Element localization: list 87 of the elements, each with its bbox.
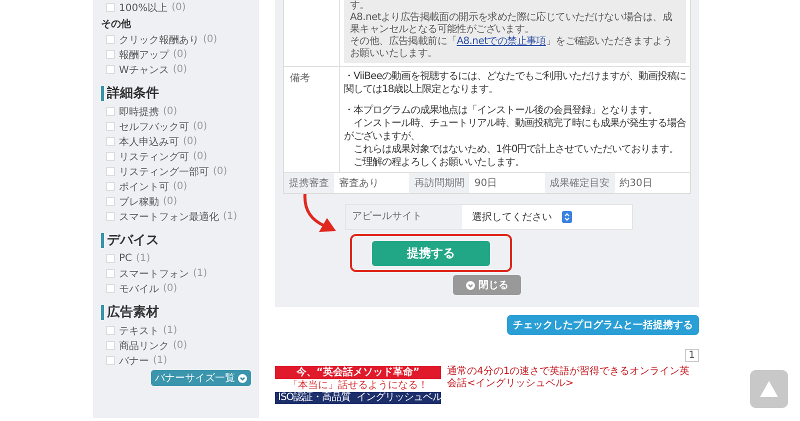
filter-count: (0) — [163, 196, 178, 207]
filter-label[interactable]: 本人申込み可 — [119, 134, 179, 148]
term-value: 90日 — [473, 177, 498, 191]
term-label: 成果確定目安 — [544, 173, 615, 193]
appeal-site-label: アピールサイト — [346, 205, 462, 229]
remarks-text: これらは成果対象ではないため、1件0円で計上させていただいております。 — [352, 143, 680, 156]
notice-text: す。 — [350, 0, 370, 12]
scroll-top-button[interactable] — [750, 370, 788, 408]
section-heading: 広告素材 — [101, 305, 251, 320]
chevron-down-icon — [238, 374, 247, 382]
filter-label[interactable]: リスティング一部可 — [119, 164, 209, 178]
filter-count: (0) — [173, 340, 188, 351]
banner-subline: 「本当に」話せるようになる！ — [287, 379, 429, 392]
checkbox[interactable] — [106, 137, 115, 146]
prohibited-items-link[interactable]: A8.netでの禁止事項 — [456, 36, 546, 47]
chevron-down-icon — [466, 280, 474, 290]
filter-label[interactable]: 商品リンク — [119, 338, 169, 352]
filter-label[interactable]: 100%以上 — [119, 0, 168, 14]
filter-count: (0) — [193, 151, 208, 162]
remarks-text: ・ViiBeeの動画を視聴するには、どなたでもご利用いただけますが、動画投稿に関しては18歳以上限定となります。 — [344, 70, 686, 96]
checkbox[interactable] — [106, 182, 115, 191]
filter-count: (1) — [153, 355, 168, 366]
filter-label[interactable]: リスティング可 — [119, 150, 189, 164]
filter-label[interactable]: PC — [119, 253, 132, 264]
term-label: 提携審査 — [284, 173, 334, 193]
notice-text: A8.netより広告掲載面の開示を求めた際に応じていただけない場合は、成果キャンセルとなる可能性がございます。 — [350, 12, 673, 36]
banner-headline: 今、“英会話メソッド革命” — [275, 366, 441, 379]
section-subheading: その他 — [101, 18, 132, 31]
checkbox[interactable] — [106, 122, 115, 131]
checkbox[interactable] — [106, 212, 115, 221]
section-heading: デバイス — [101, 233, 251, 248]
notice-text: その他、広告掲載前に「A8.netでの禁止事項」をご確認いただきますようお願いいたします。 — [350, 36, 674, 60]
filter-label[interactable]: バナー — [119, 354, 149, 368]
filter-label[interactable]: 即時提携 — [119, 104, 159, 118]
filter-count: (0) — [173, 49, 188, 60]
filter-label[interactable]: セルフバック可 — [119, 120, 189, 134]
select-stepper-icon — [562, 211, 572, 223]
filter-label[interactable]: ポイント可 — [119, 180, 169, 194]
checkbox[interactable] — [106, 341, 115, 350]
triangle-up-icon — [759, 380, 779, 398]
filter-label[interactable]: スマートフォン — [119, 266, 189, 280]
ad-link[interactable]: 通常の4分の1の速さで英語が習得できるオンライン英会話<イングリッシュベル> — [447, 366, 699, 404]
remarks-text: ・本プログラムの成果地点は「インストール後の会員登録」となります。 — [344, 104, 658, 117]
filter-count: (1) — [163, 325, 178, 336]
checkbox[interactable] — [106, 284, 115, 293]
filter-count: (0) — [163, 283, 178, 294]
checkbox[interactable] — [106, 152, 115, 161]
checkbox[interactable] — [106, 35, 115, 44]
filter-count: (1) — [223, 211, 238, 222]
filter-count: (0) — [193, 121, 208, 132]
remarks-text: ご理解の程よろしくお願いいたします。 — [352, 156, 526, 169]
filter-label[interactable]: Wチャンス — [119, 62, 169, 76]
checkbox[interactable] — [106, 65, 115, 74]
term-value: 約30日 — [618, 177, 654, 191]
checkbox[interactable] — [106, 3, 115, 12]
banner-size-button[interactable]: バナーサイズ一覧 — [151, 370, 251, 386]
filter-count: (0) — [203, 34, 218, 45]
filter-count: (0) — [172, 2, 186, 13]
term-label: 再訪問期間 — [409, 173, 470, 193]
filter-label[interactable]: ブレ稼動 — [119, 194, 159, 208]
checkbox[interactable] — [106, 50, 115, 59]
remarks-text: インストール時、チュートリアル時、動画投稿完了時にも成果が発生する場合がございますが、 — [344, 117, 686, 143]
filter-count: (0) — [173, 181, 188, 192]
term-value: 審査あり — [338, 176, 380, 191]
checkbox[interactable] — [106, 356, 115, 365]
filter-label[interactable]: スマートフォン最適化 — [119, 210, 219, 224]
curved-arrow — [301, 194, 337, 234]
filter-label[interactable]: テキスト — [119, 324, 159, 338]
section-heading: 詳細条件 — [101, 86, 251, 101]
checkbox[interactable] — [106, 197, 115, 206]
filter-label[interactable]: 報酬アップ — [119, 48, 169, 62]
checkbox[interactable] — [106, 326, 115, 335]
filter-count: (1) — [136, 253, 150, 264]
filter-count: (0) — [172, 64, 188, 75]
filter-count: (0) — [183, 136, 198, 147]
filter-label[interactable]: クリック報酬あり — [119, 32, 199, 46]
checkbox[interactable] — [106, 254, 115, 263]
checkbox[interactable] — [106, 167, 115, 176]
banner-badge-text: ISO認証・高品質 — [278, 392, 351, 404]
checkbox[interactable] — [106, 269, 115, 278]
filter-count: (1) — [193, 268, 208, 279]
checkbox[interactable] — [106, 107, 115, 116]
row-label: 備考 — [284, 67, 340, 172]
filter-label[interactable]: モバイル — [119, 282, 159, 296]
page-number[interactable]: 1 — [684, 349, 699, 362]
filter-count: (0) — [213, 166, 228, 177]
filter-count: (0) — [163, 106, 178, 117]
